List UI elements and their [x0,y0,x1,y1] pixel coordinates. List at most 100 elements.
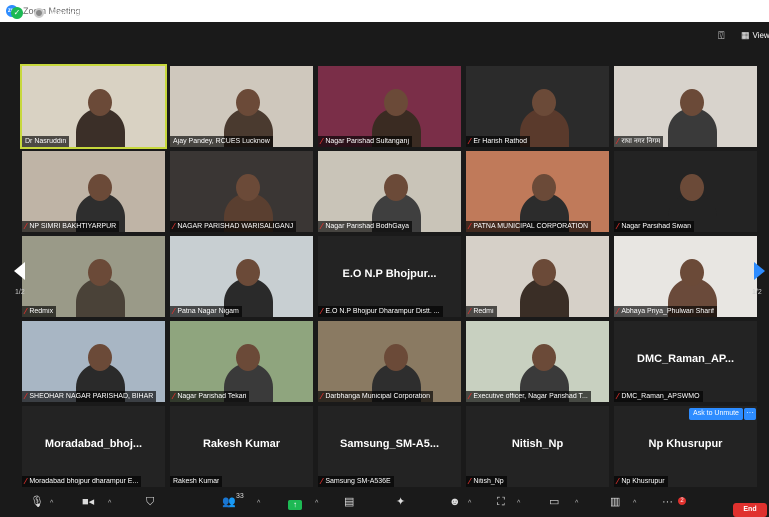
participant-video [614,236,757,317]
muted-microphone-icon: ⁄ [469,222,471,231]
ai-companion-icon[interactable]: ✦ [396,495,405,510]
participant-name-bar: ⁄ Np Khusrupur [614,476,668,487]
view-button[interactable]: ▦ View [741,30,769,41]
participant-count: 33 [236,493,244,500]
end-meeting-button[interactable]: End [733,503,767,517]
participant-name: Dr Nasruddin [25,138,67,145]
participant-name: Nagar Parishad Tekari [177,393,247,400]
video-options-caret-icon[interactable]: ^ [108,496,111,511]
participant-tile[interactable]: ⁄ SHEOHAR NAGAR PARISHAD, BIHAR [22,321,165,402]
ask-to-unmute-button[interactable]: Ask to Unmute [689,408,743,420]
participant-tile[interactable]: ⁄ Darbhanga Municipal Corporation [318,321,461,402]
reactions-icon[interactable]: ☻ [449,495,461,510]
participant-name-bar: Dr Nasruddin [22,136,70,147]
participant-tile[interactable]: Rakesh Kumar Rakesh Kumar [170,406,313,487]
video-camera-icon[interactable]: ■◂ [82,495,94,510]
participant-video [466,236,609,317]
participant-name: Redmi [473,308,494,315]
participant-name: SHEOHAR NAGAR PARISHAD, BIHAR [29,393,154,400]
participant-video [170,66,313,147]
participant-head [531,88,557,117]
participant-name: Moradabad bhojpur dharampur E... [29,478,139,485]
muted-microphone-icon: ⁄ [469,477,471,486]
participant-name: Nitish_Np [473,478,504,485]
reactions-options-caret-icon[interactable]: ^ [468,496,471,511]
grid-view-icon: ▦ [741,30,750,40]
participant-tile[interactable]: ⁄ Nagar Parishad Tekari [170,321,313,402]
participant-tile[interactable]: ⁄ NP SIMRI BAKHTIYARPUR [22,151,165,232]
pause-recording-button[interactable]: ❚❚ [110,8,125,18]
participant-tile[interactable]: Dr Nasruddin [20,64,167,149]
participant-name-bar: ⁄ Samsung SM-A536E [318,476,394,487]
participant-tile[interactable]: ⁄ NAGAR PARISHAD WARISALIGANJ [170,151,313,232]
stop-recording-button[interactable]: ■ [132,8,144,18]
participant-tile[interactable]: ⁄ राघा नगर निगम [614,66,757,147]
participant-head [531,343,557,372]
participant-name-bar: ⁄ SHEOHAR NAGAR PARISHAD, BIHAR [22,391,157,402]
participant-video [466,151,609,232]
participant-tile[interactable]: DMC_Raman_AP... ⁄ DMC_Raman_APSWMO [614,321,757,402]
participant-name: Abhaya Priya_Phulwari Sharif [621,308,714,315]
participant-display-name: Np Khusrupur [648,438,723,450]
muted-microphone-icon: ⁄ [469,307,471,316]
participant-display-name: Samsung_SM-A5... [339,438,440,450]
more-icon[interactable]: ··· [662,495,673,510]
microphone-icon[interactable]: 🎙 [30,495,44,510]
participant-name-bar: ⁄ Patna Nagar Nigam [170,306,242,317]
participants-options-caret-icon[interactable]: ^ [257,496,260,511]
apps-icon[interactable]: ⛶ [497,495,505,510]
participant-tile[interactable]: Ajay Pandey, RCUES Lucknow [170,66,313,147]
notes-options-caret-icon[interactable]: ^ [633,496,636,511]
participant-name-bar: ⁄ Nagar Parsihad Siwan [614,221,694,232]
lock-icon[interactable]: ⍔ [718,30,725,43]
notes-icon[interactable]: ▥ [610,495,620,510]
participant-video [318,321,461,402]
participant-video [22,236,165,317]
chat-icon[interactable]: ▤ [344,495,354,510]
whiteboard-options-caret-icon[interactable]: ^ [575,496,578,511]
participant-tile[interactable]: ⁄ Redmix [22,236,165,317]
participant-tile[interactable]: E.O N.P Bhojpur... ⁄ E.O N.P Bhojpur Dhara… [318,236,461,317]
participant-tile[interactable]: ⁄ PATNA MUNICIPAL CORPORATION [466,151,609,232]
audio-options-caret-icon[interactable]: ^ [50,496,53,511]
apps-options-caret-icon[interactable]: ^ [517,496,520,511]
participants-icon[interactable]: 👥 [222,495,236,510]
participant-name: Patna Nagar Nigam [177,308,239,315]
participant-tile[interactable]: ⁄ Nagar Parsihad Siwan [614,151,757,232]
participant-head [679,173,705,202]
muted-microphone-icon: ⁄ [469,137,471,146]
participant-display-name: Rakesh Kumar [202,438,281,450]
participant-name-bar: ⁄ Moradabad bhojpur dharampur E... [22,476,142,487]
share-options-caret-icon[interactable]: ^ [315,496,318,511]
participant-tile[interactable]: ⁄ Redmi [466,236,609,317]
participant-tile[interactable]: Moradabad_bhoj... ⁄ Moradabad bhojpur dhar… [22,406,165,487]
recording-indicator: Recording... ❚❚ ■ [34,4,144,22]
participant-head [531,258,557,287]
participant-video [22,151,165,232]
participant-tile[interactable]: ⁄ Er Harish Rathod [466,66,609,147]
muted-microphone-icon: ⁄ [25,477,27,486]
participant-name-bar: ⁄ Nagar Parishad Sultanganj [318,136,413,147]
encryption-shield-icon[interactable]: ✓ [11,7,23,19]
participant-name-bar: ⁄ Abhaya Priya_Phulwari Sharif [614,306,717,317]
participant-head [383,343,409,372]
participant-tile[interactable]: ⁄ Patna Nagar Nigam [170,236,313,317]
participant-head [87,88,113,117]
participant-video [466,66,609,147]
participant-tile[interactable]: ⁄ Executive officer, Nagar Parishad T... [466,321,609,402]
participant-tile[interactable]: Nitish_Np ⁄ Nitish_Np [466,406,609,487]
participant-tile[interactable]: ⁄ Abhaya Priya_Phulwari Sharif [614,236,757,317]
participant-head [235,88,261,117]
participant-video [614,66,757,147]
participant-tile[interactable]: ⁄ Nagar Parishad Sultanganj [318,66,461,147]
participant-tile[interactable]: Samsung_SM-A5... ⁄ Samsung SM-A536E [318,406,461,487]
tile-more-options-button[interactable]: ··· [744,408,756,420]
security-icon[interactable]: ⛉ [146,495,154,510]
whiteboard-icon[interactable]: ▭ [549,495,559,510]
participant-video [22,321,165,402]
previous-page-arrow-icon[interactable] [14,262,25,280]
participant-tile[interactable]: ⁄ Nagar Parishad BodhGaya [318,151,461,232]
next-page-arrow-icon[interactable] [754,262,765,280]
muted-microphone-icon: ⁄ [321,392,323,401]
share-screen-button[interactable]: ↑ [288,500,302,510]
